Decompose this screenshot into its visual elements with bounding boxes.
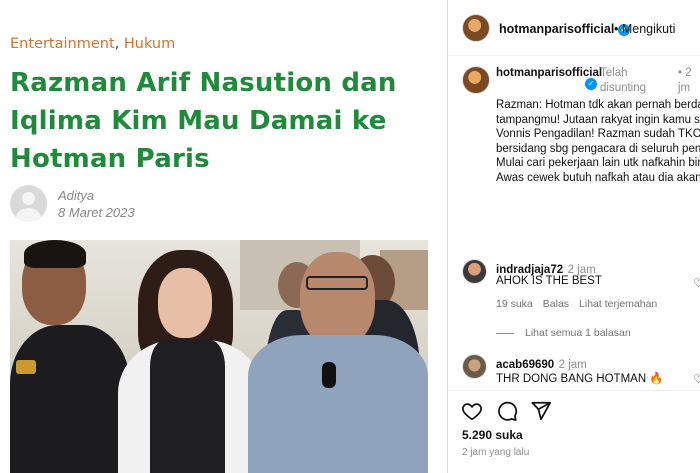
caption-avatar[interactable] [462,66,490,94]
author-avatar [10,185,47,222]
posted-time: 2 jam yang lalu [462,447,530,458]
comment-time: 2 jam [558,359,587,371]
comment-text: THR DONG BANG HOTMAN 🔥 [496,373,664,385]
edited-label: Telah disunting [600,67,647,94]
share-icon[interactable] [530,400,552,422]
comment-text: AHOK IS THE BEST [496,275,602,287]
following-label[interactable]: • Mengikuti [614,22,675,36]
comment-avatar[interactable] [462,354,487,379]
article-panel: Entertainment, Hukum Razman Arif Nasutio… [0,0,447,473]
caption-username-text: hotmanparisofficial [496,67,603,79]
category-separator: , [114,36,120,52]
comment-meta: 19 suka Balas Lihat terjemahan [496,298,667,310]
view-replies-button[interactable]: Lihat semua 1 balasan [525,327,631,339]
comment-username[interactable]: acab69690 [496,359,554,371]
article-date: 8 Maret 2023 [58,205,135,220]
heart-icon[interactable] [461,400,483,422]
likes-count[interactable]: 5.290 suka [462,428,523,442]
header-username[interactable]: hotmanparisofficial ✓ [499,22,630,36]
caption-text: Razman: Hotman tdk akan pernah berdamai … [496,99,700,184]
comment-icon[interactable] [496,400,518,422]
category-link-hukum[interactable]: Hukum [124,36,175,52]
replies-line [496,333,514,334]
article-categories: Entertainment, Hukum [10,36,175,52]
comment-likes[interactable]: 19 suka [496,298,533,310]
reply-button[interactable]: Balas [543,298,569,310]
article-photo [10,240,428,473]
comment-like-heart-icon[interactable]: ♡ [693,276,700,290]
caption-verified-icon: ✓ [585,78,597,90]
author-name[interactable]: Aditya [58,188,94,203]
article-headline: Razman Arif Nasution dan Iqlima Kim Mau … [10,68,397,174]
post-header: hotmanparisofficial ✓ • Mengikuti [448,0,700,56]
post-actions: 5.290 suka 2 jam yang lalu [448,390,700,473]
translate-button[interactable]: Lihat terjemahan [579,298,657,310]
instagram-panel: hotmanparisofficial ✓ • Mengikuti hotman… [447,0,700,473]
header-username-text: hotmanparisofficial [499,22,615,36]
comment-avatar[interactable] [462,259,487,284]
caption-username[interactable]: hotmanparisofficial [496,66,614,81]
category-link-entertainment[interactable]: Entertainment [10,36,115,52]
caption-time[interactable]: • 2 jm [678,66,700,96]
comment-like-heart-icon[interactable]: ♡ [693,372,700,386]
profile-avatar[interactable] [462,14,490,42]
